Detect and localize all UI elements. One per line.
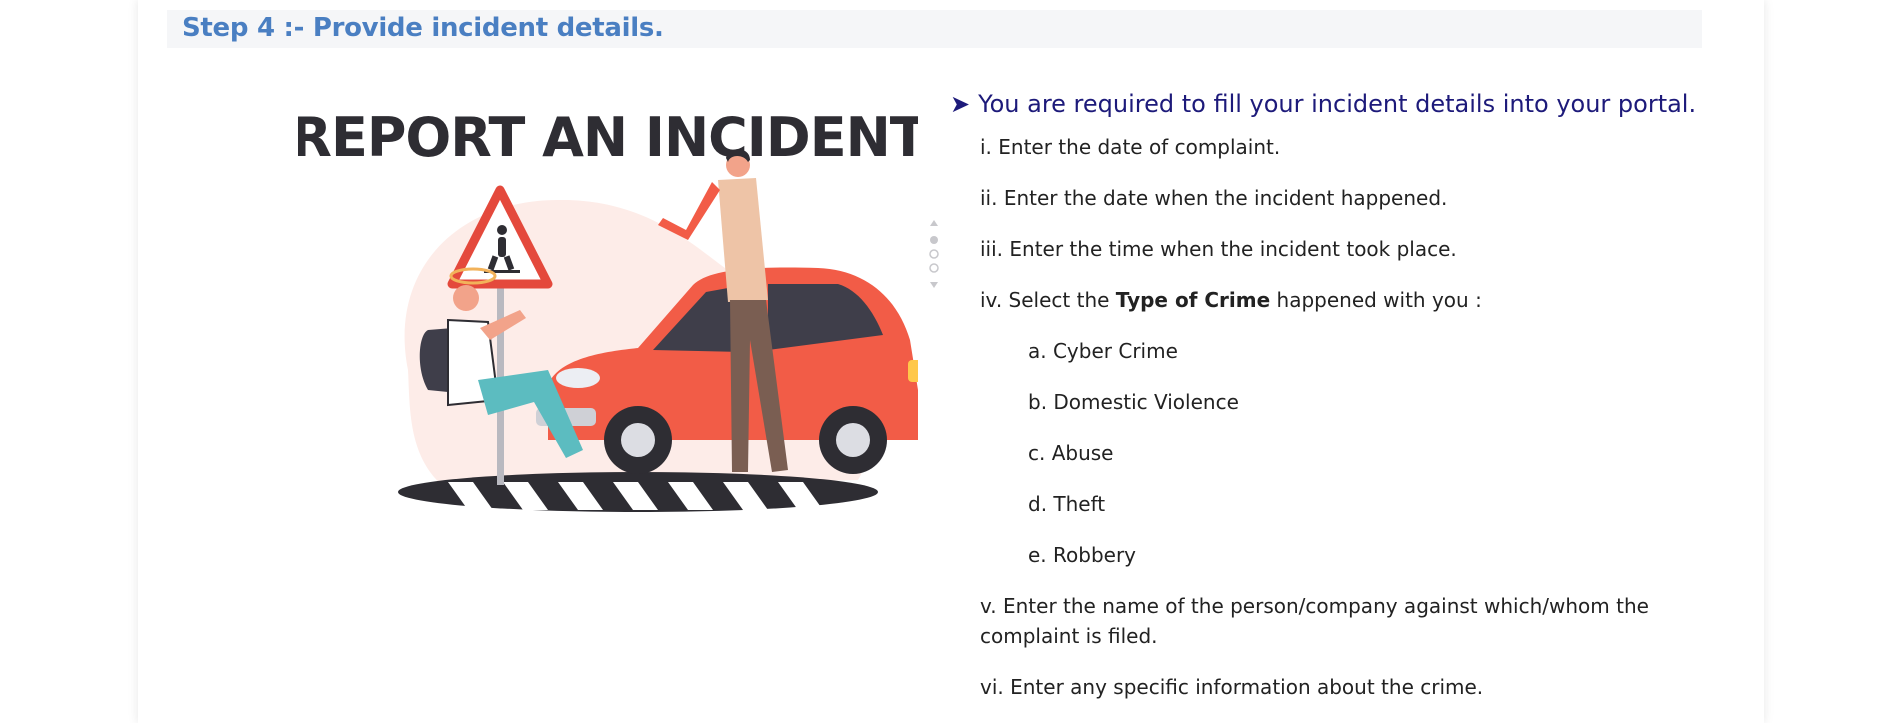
item-v-line1: v. Enter the name of the person/company … [980, 594, 1649, 618]
scroll-indicator[interactable] [926, 218, 942, 298]
item-iii: iii. Enter the time when the incident to… [980, 237, 1457, 261]
item-vi: vi. Enter any specific information about… [980, 675, 1484, 699]
report-incident-illustration: REPORT AN INCIDENT [298, 106, 918, 512]
item-ii: ii. Enter the date when the incident hap… [980, 186, 1448, 210]
scroll-down-icon [930, 282, 938, 288]
car-taillight [908, 360, 918, 382]
car-headlight [556, 368, 600, 388]
injured-head [453, 285, 479, 311]
crime-type-a: a. Cyber Crime [1028, 339, 1178, 363]
crime-type-b: b. Domestic Violence [1028, 390, 1239, 414]
crime-type-d: d. Theft [1028, 492, 1106, 516]
scroll-dot-3 [929, 263, 939, 273]
scroll-dot-2 [929, 249, 939, 259]
item-i: i. Enter the date of complaint. [980, 135, 1281, 159]
crime-type-e: e. Robbery [1028, 543, 1137, 567]
scroll-dot-1 [930, 236, 938, 244]
item-iv: iv. Select the Type of Crime happened wi… [980, 288, 1482, 312]
crime-type-c: c. Abuse [1028, 441, 1114, 465]
illustration-heading: REPORT AN INCIDENT [298, 106, 918, 169]
item-v-line2: complaint is filed. [980, 624, 1158, 648]
arrow-right-icon: ➤ [950, 90, 971, 118]
step-title: Step 4 :- Provide incident details. [182, 13, 664, 43]
sign-pole [497, 260, 504, 485]
instructions: ➤ You are required to fill your incident… [950, 84, 1830, 702]
type-of-crime-bold: Type of Crime [1115, 288, 1271, 312]
scroll-up-icon [930, 220, 938, 226]
lead-text: ➤ You are required to fill your incident… [950, 84, 1830, 124]
content-card: Step 4 :- Provide incident details. REPO… [138, 0, 1764, 723]
